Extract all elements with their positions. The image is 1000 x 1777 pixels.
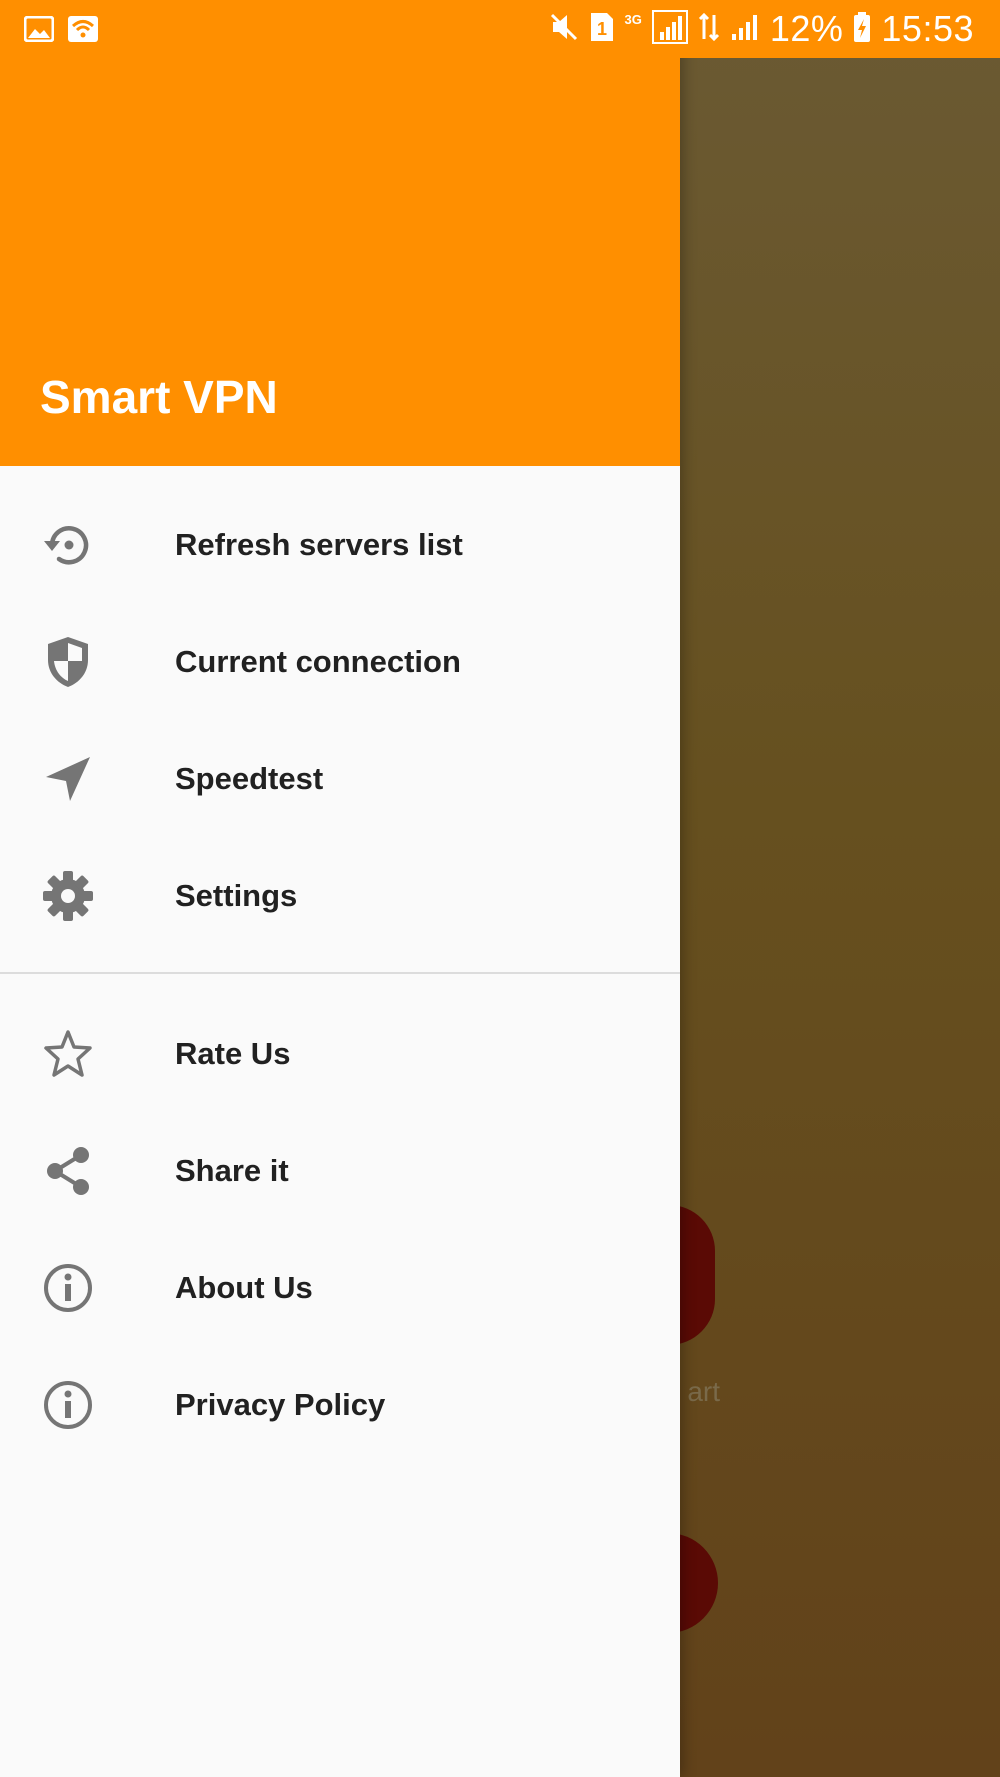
menu-item-label: Share it: [175, 1153, 289, 1188]
sim-1-icon: 1: [589, 11, 615, 48]
menu-item-refresh-servers[interactable]: Refresh servers list: [0, 490, 680, 600]
navigation-drawer: Smart VPN Refresh servers list Current c…: [0, 0, 680, 1777]
network-type-label: 3G: [624, 11, 642, 27]
info-icon: [40, 1377, 96, 1433]
menu-divider: [0, 972, 680, 974]
gallery-icon: [24, 12, 54, 46]
menu-item-rate-us[interactable]: Rate Us: [0, 999, 680, 1109]
menu-item-speedtest[interactable]: Speedtest: [0, 724, 680, 834]
battery-percent: 12%: [769, 8, 844, 49]
menu-item-label: Privacy Policy: [175, 1387, 386, 1422]
history-refresh-icon: [40, 517, 96, 573]
navigation-arrow-icon: [40, 751, 96, 807]
menu-item-privacy-policy[interactable]: Privacy Policy: [0, 1350, 680, 1460]
drawer-title: Smart VPN: [40, 371, 278, 423]
charging-battery-icon: [853, 11, 871, 48]
menu-item-label: Refresh servers list: [175, 527, 463, 562]
signal-2-icon: [730, 12, 760, 47]
menu-item-share-it[interactable]: Share it: [0, 1116, 680, 1226]
menu-item-label: About Us: [175, 1270, 313, 1305]
star-outline-icon: [40, 1026, 96, 1082]
svg-text:1: 1: [596, 19, 606, 39]
menu-item-label: Rate Us: [175, 1036, 291, 1071]
mute-icon: [549, 12, 579, 47]
wifi-notification-icon: [66, 12, 100, 46]
menu-item-label: Speedtest: [175, 761, 324, 796]
menu-item-about-us[interactable]: About Us: [0, 1233, 680, 1343]
screen: art 1 3G 12% 15:53 Smart VPN Refresh ser…: [0, 0, 1000, 1777]
status-bar-right: 1 3G 12% 15:53: [549, 0, 975, 58]
shield-icon: [40, 634, 96, 690]
info-icon: [40, 1260, 96, 1316]
data-arrows-icon: [698, 11, 720, 48]
drawer-header: Smart VPN: [0, 0, 680, 466]
menu-item-label: Current connection: [175, 644, 461, 679]
signal-icon: [651, 9, 688, 49]
status-clock: 15:53: [881, 8, 974, 49]
share-icon: [40, 1143, 96, 1199]
status-bar: 1 3G 12% 15:53: [0, 0, 1000, 58]
menu-item-settings[interactable]: Settings: [0, 841, 680, 951]
menu-item-label: Settings: [175, 878, 298, 913]
menu-item-current-connection[interactable]: Current connection: [0, 607, 680, 717]
gear-icon: [40, 868, 96, 924]
